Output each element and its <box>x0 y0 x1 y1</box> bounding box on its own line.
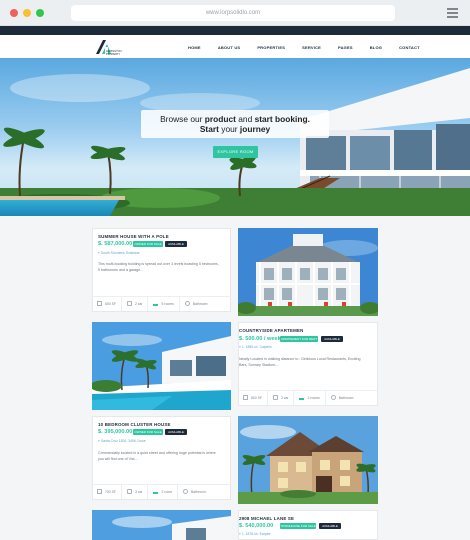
listing-title[interactable]: SUMMER HOUSE WITH A POLE <box>98 234 169 239</box>
listing-price: $. 500.00 / week <box>239 336 281 342</box>
address-bar[interactable]: www.lorpsolidlo.com <box>71 5 395 21</box>
feature-bathroom: Bathroom <box>178 485 211 499</box>
browser-window: www.lorpsolidlo.com About Our Service Bl… <box>0 0 470 540</box>
feature-rooms: 2 room <box>148 484 179 499</box>
bed-icon <box>299 395 305 400</box>
availability-badge: AVAILABLE <box>165 241 187 247</box>
listing-location: ⌖ 1. 1876.sh. Earpee <box>239 532 271 536</box>
nav-blog[interactable]: BLOG <box>370 45 382 50</box>
main-nav: HOME ABOUT US PROPERTIES SERVICE PAGES B… <box>188 35 437 59</box>
area-icon <box>243 395 248 400</box>
hero-headline-line2: Start your journey <box>199 124 271 134</box>
top-bar: About Our Service Blog FAQ Newsletter Lo… <box>0 26 470 40</box>
maximize-window-dot[interactable] <box>36 9 44 17</box>
car-icon <box>272 395 278 400</box>
listing-features: 800 SF 2 car 2 rooms Bathroom <box>238 390 378 405</box>
listing-price: $. 587,000.00 <box>98 241 133 247</box>
availability-badge: AVAILABLE <box>319 523 341 529</box>
listing-price: $. 395,000.00 <box>98 429 133 435</box>
nav-about-us[interactable]: ABOUT US <box>218 45 241 50</box>
listing-photo[interactable] <box>92 322 231 410</box>
area-icon <box>97 301 102 306</box>
listings-section <box>0 216 470 540</box>
feature-car: 2 car <box>122 296 149 311</box>
main-navbar: ARRINGTON PROPERTY HOME ABOUT US PROPERT… <box>0 35 470 59</box>
feature-area: 600 SF <box>92 296 122 311</box>
stone-house-photo <box>238 416 378 504</box>
bed-icon <box>153 301 159 306</box>
car-icon <box>126 489 132 494</box>
nav-home[interactable]: HOME <box>188 45 201 50</box>
rent-badge: APARTEMENT FOR RENT <box>280 336 318 342</box>
listing-title[interactable]: 2908 MICHAEL LANE SE <box>239 516 294 521</box>
listing-price: $. 540,000.00 <box>239 523 274 529</box>
colonial-house-photo <box>238 228 378 316</box>
feature-bathroom: Bathroom <box>180 297 213 311</box>
car-icon <box>126 301 132 306</box>
bath-icon <box>184 301 190 306</box>
feature-car: 2 car <box>268 390 295 405</box>
bath-icon <box>330 395 336 400</box>
listing-title[interactable]: COUNTRYSIDE APARTEMEN <box>239 328 304 333</box>
bed-icon <box>153 489 159 494</box>
listing-location: ⌖ 1. 1885.sh. Calpelis <box>239 345 272 349</box>
availability-badge: AVAILABLE <box>165 429 187 435</box>
listing-features: 700 SF 3 car 2 room Bathroom <box>92 484 231 499</box>
listing-features: 600 SF 2 car 5 rooms Bathroom <box>92 296 231 311</box>
nav-contact[interactable]: CONTACT <box>399 45 420 50</box>
minimize-window-dot[interactable] <box>23 9 31 17</box>
sale-badge: TOWNHOUSE FOR SALE <box>280 523 316 529</box>
area-icon <box>97 489 102 494</box>
explore-room-button[interactable]: EXPLORE ROOM <box>213 146 258 158</box>
listing-photo[interactable] <box>92 510 231 540</box>
listing-location: ⌖ Santa Cruz 1826. 3496 Cruse <box>98 439 146 443</box>
listing-location: ⌖ South Shomera, Brisbane <box>98 251 140 255</box>
feature-area: 700 SF <box>92 484 122 499</box>
browser-chrome: www.lorpsolidlo.com <box>0 0 470 26</box>
menu-icon[interactable] <box>447 8 458 20</box>
nav-pages[interactable]: PAGES <box>338 45 353 50</box>
feature-car: 3 car <box>122 484 149 499</box>
feature-area: 800 SF <box>238 390 268 405</box>
listing-title[interactable]: 10 BEDROOM CLUSTER HOUSE <box>98 422 171 427</box>
villa-pool-photo <box>92 322 231 410</box>
logo-text-line2: PROPERTY <box>106 53 121 56</box>
listing-description: This multi-booking building is spread ou… <box>98 262 219 272</box>
logo[interactable]: ARRINGTON PROPERTY <box>95 38 135 56</box>
sale-badge: OWNED FOR SALE <box>133 241 163 247</box>
bath-icon <box>183 489 189 494</box>
close-window-dot[interactable] <box>10 9 18 17</box>
hero-headline-line1: Browse our product and start booking. <box>160 114 310 124</box>
feature-bathroom: Bathroom <box>326 391 359 405</box>
listing-photo[interactable] <box>238 416 378 504</box>
listing-description: Ideally Located in walking distance to :… <box>239 357 361 367</box>
listing-description: Commercially located in a quiet street a… <box>98 451 216 461</box>
nav-properties[interactable]: PROPERTIES <box>257 45 285 50</box>
feature-rooms: 5 rooms <box>148 296 180 311</box>
nav-service[interactable]: SERVICE <box>302 45 321 50</box>
sale-badge: OWNED FOR SALE <box>133 429 163 435</box>
availability-badge: AVAILABLE <box>321 336 343 342</box>
modern-house-photo <box>92 510 231 540</box>
feature-rooms: 2 rooms <box>294 390 326 405</box>
listing-photo[interactable] <box>238 228 378 316</box>
